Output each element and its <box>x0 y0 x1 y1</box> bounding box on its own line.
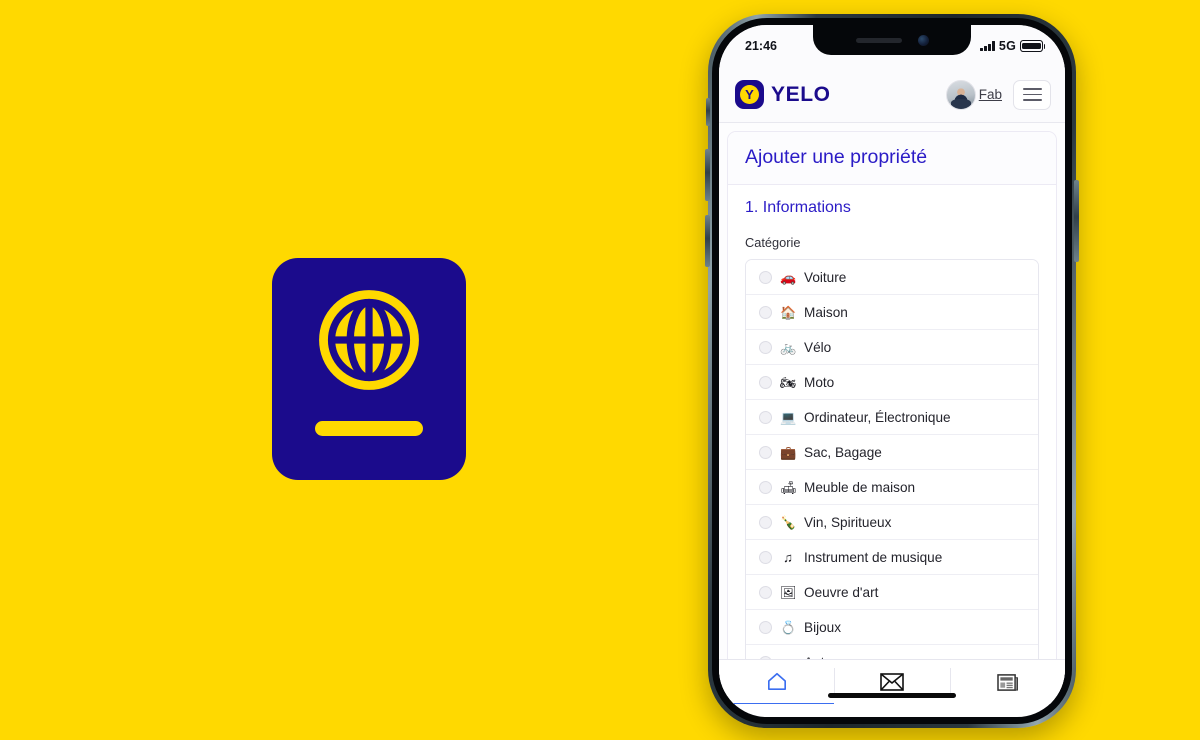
house-icon: 🏠 <box>780 304 797 320</box>
category-label: Bijoux <box>804 619 842 635</box>
user-name-link[interactable]: Fab <box>979 87 1002 102</box>
category-radio[interactable] <box>759 445 772 459</box>
avatar[interactable] <box>945 79 976 110</box>
volume-up-button[interactable] <box>705 149 710 201</box>
category-option-4[interactable]: 💻 Ordinateur, Électronique <box>746 400 1038 435</box>
car-icon: 🚗 <box>780 269 797 285</box>
category-radio[interactable] <box>759 305 772 319</box>
status-time: 21:46 <box>745 39 777 53</box>
hamburger-menu-icon[interactable] <box>1013 79 1051 110</box>
category-radio[interactable] <box>759 515 772 529</box>
category-option-3[interactable]: 🏍 Moto <box>746 365 1038 400</box>
app-header: Y YELO Fab <box>719 67 1065 123</box>
category-option-1[interactable]: 🏠 Maison <box>746 295 1038 330</box>
category-radio-list: 🚗 Voiture 🏠 Maison 🚲 Vélo 🏍 Moto 💻 Ordinateur, Él… <box>745 259 1039 680</box>
bottom-tab-bar <box>719 659 1065 704</box>
category-radio[interactable] <box>759 270 772 284</box>
suitcase-icon: 💼 <box>780 444 797 460</box>
power-button[interactable] <box>1074 180 1079 262</box>
laptop-icon: 💻 <box>780 409 797 425</box>
category-label: Oeuvre d'art <box>804 584 879 600</box>
home-indicator <box>828 693 956 698</box>
category-radio[interactable] <box>759 480 772 494</box>
category-label: Ordinateur, Électronique <box>804 409 951 425</box>
page-title: Ajouter une propriété <box>728 132 1056 185</box>
passport-line <box>315 421 423 436</box>
status-bar: 21:46 5G <box>719 25 1065 67</box>
category-label: Voiture <box>804 269 847 285</box>
category-option-10[interactable]: 💍 Bijoux <box>746 610 1038 645</box>
category-label: Maison <box>804 304 848 320</box>
network-label: 5G <box>998 39 1016 53</box>
status-indicators: 5G <box>980 39 1046 53</box>
category-option-9[interactable]: 🖼 Oeuvre d'art <box>746 575 1038 610</box>
music-note-icon: ♫ <box>783 549 793 565</box>
volume-down-button[interactable] <box>705 215 710 267</box>
front-camera-icon <box>917 34 929 46</box>
category-option-6[interactable]: 🛋 Meuble de maison <box>746 470 1038 505</box>
header-actions: Fab <box>945 79 1051 110</box>
globe-icon <box>319 290 419 390</box>
category-radio[interactable] <box>759 550 772 564</box>
category-option-5[interactable]: 💼 Sac, Bagage <box>746 435 1038 470</box>
earpiece-speaker-icon <box>855 37 902 43</box>
battery-full-icon <box>1020 40 1046 52</box>
category-radio[interactable] <box>759 375 772 389</box>
category-label: Moto <box>804 374 835 390</box>
category-option-8[interactable]: ♫ Instrument de musique <box>746 540 1038 575</box>
newspaper-icon <box>997 673 1018 691</box>
yelo-mark-icon: Y <box>735 80 764 109</box>
category-label: Sac, Bagage <box>804 444 882 460</box>
category-field-label: Catégorie <box>745 235 801 250</box>
add-property-card: Ajouter une propriété 1. Informations Ca… <box>727 131 1057 691</box>
passport-logo <box>272 258 466 480</box>
section-title: 1. Informations <box>745 199 851 216</box>
category-radio[interactable] <box>759 410 772 424</box>
brand-mark-letter: Y <box>740 85 759 104</box>
motorcycle-icon: 🏍 <box>780 374 797 390</box>
jewelry-icon: 💍 <box>780 619 797 635</box>
informations-section: 1. Informations Catégorie 🚗 Voiture 🏠 Maiso… <box>728 185 1056 690</box>
category-radio[interactable] <box>759 585 772 599</box>
category-label: Vin, Spiritueux <box>804 514 892 530</box>
notch <box>813 25 971 55</box>
category-label: Instrument de musique <box>804 549 943 565</box>
artwork-icon: 🖼 <box>780 584 797 600</box>
mute-switch-button[interactable] <box>706 98 710 126</box>
home-icon <box>767 672 786 690</box>
category-radio[interactable] <box>759 340 772 354</box>
page-body: Ajouter une propriété 1. Informations Ca… <box>719 123 1065 704</box>
tab-news[interactable] <box>949 660 1065 704</box>
category-option-0[interactable]: 🚗 Voiture <box>746 260 1038 295</box>
category-option-2[interactable]: 🚲 Vélo <box>746 330 1038 365</box>
phone-mockup: 21:46 5G Y YELO Fab Ajouter une propriét… <box>705 14 1079 728</box>
brand-logo[interactable]: Y YELO <box>735 80 831 109</box>
user-chip[interactable]: Fab <box>945 79 1002 110</box>
category-label: Vélo <box>804 339 832 355</box>
couch-icon: 🛋 <box>780 479 797 495</box>
cellular-signal-icon <box>980 41 995 51</box>
brand-name: YELO <box>771 82 831 106</box>
phone-screen: 21:46 5G Y YELO Fab Ajouter une propriét… <box>719 25 1065 717</box>
bicycle-icon: 🚲 <box>780 339 797 355</box>
category-radio[interactable] <box>759 620 772 634</box>
category-label: Meuble de maison <box>804 479 916 495</box>
envelope-icon <box>880 673 904 691</box>
wine-bottle-icon: 🍾 <box>780 514 797 530</box>
tab-home[interactable] <box>719 659 835 704</box>
category-option-7[interactable]: 🍾 Vin, Spiritueux <box>746 505 1038 540</box>
